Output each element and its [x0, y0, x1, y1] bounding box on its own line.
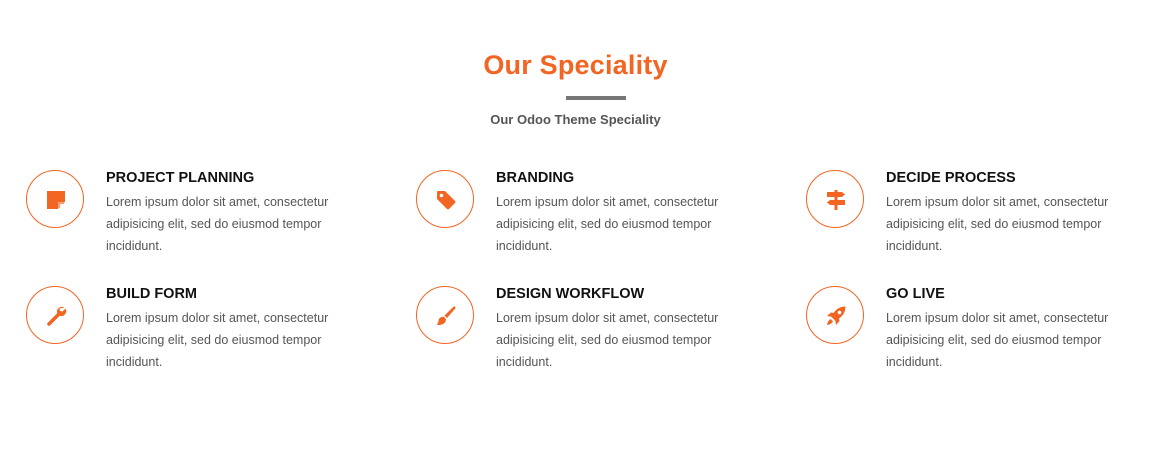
feature-go-live: GO LIVE Lorem ipsum dolor sit amet, cons… — [806, 286, 1126, 386]
icon-circle — [26, 170, 84, 228]
icon-circle — [416, 170, 474, 228]
feature-text: Lorem ipsum dolor sit amet, consectetur … — [496, 195, 719, 253]
feature-title: BUILD FORM — [106, 286, 198, 302]
feature-title: GO LIVE — [886, 286, 945, 302]
section-subtitle: Our Odoo Theme Speciality — [490, 112, 661, 127]
section-title: Our Speciality — [483, 50, 668, 80]
icon-circle — [806, 286, 864, 344]
feature-design-workflow: DESIGN WORKFLOW Lorem ipsum dolor sit am… — [416, 286, 736, 386]
feature-build-form: BUILD FORM Lorem ipsum dolor sit amet, c… — [26, 286, 346, 386]
feature-text: Lorem ipsum dolor sit amet, consectetur … — [106, 195, 329, 253]
feature-title: BRANDING — [496, 170, 575, 186]
feature-branding: BRANDING Lorem ipsum dolor sit amet, con… — [416, 170, 736, 270]
title-divider — [566, 96, 626, 100]
feature-text: Lorem ipsum dolor sit amet, consectetur … — [886, 311, 1109, 369]
icon-circle — [416, 286, 474, 344]
feature-text: Lorem ipsum dolor sit amet, consectetur … — [496, 311, 719, 369]
icon-circle — [26, 286, 84, 344]
feature-title: PROJECT PLANNING — [106, 170, 255, 186]
feature-text: Lorem ipsum dolor sit amet, consectetur … — [886, 195, 1109, 253]
feature-text: Lorem ipsum dolor sit amet, consectetur … — [106, 311, 329, 369]
icon-circle — [806, 170, 864, 228]
feature-project-planning: PROJECT PLANNING Lorem ipsum dolor sit a… — [26, 170, 346, 270]
feature-decide-process: DECIDE PROCESS Lorem ipsum dolor sit ame… — [806, 170, 1126, 270]
feature-title: DESIGN WORKFLOW — [496, 286, 645, 302]
feature-title: DECIDE PROCESS — [886, 170, 1016, 186]
